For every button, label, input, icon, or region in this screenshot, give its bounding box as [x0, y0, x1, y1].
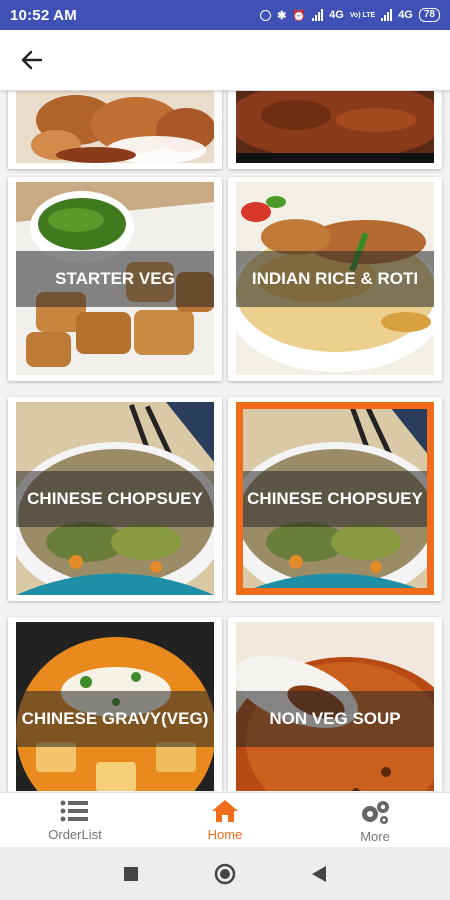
- category-tile[interactable]: STARTER VEG: [8, 177, 222, 381]
- category-tile[interactable]: [228, 91, 442, 169]
- alarm-icon: ⏰: [292, 9, 307, 22]
- gears-icon: [362, 801, 389, 824]
- network-type-2: 4G: [398, 9, 413, 21]
- home-system-button[interactable]: [213, 862, 237, 886]
- category-label: NON VEG SOUP: [236, 690, 434, 747]
- category-tile-selected[interactable]: CHINESE CHOPSUEY: [228, 397, 442, 601]
- nav-label: OrderList: [48, 827, 102, 842]
- category-label: CHINESE CHOPSUEY: [16, 470, 214, 527]
- triangle-back-icon: [312, 865, 326, 882]
- bottom-navigation: OrderList Home More: [0, 792, 450, 848]
- category-tile[interactable]: INDIAN RICE & ROTI: [228, 177, 442, 381]
- category-label: CHINESE GRAVY(VEG): [16, 690, 214, 747]
- category-image-soup: NON VEG SOUP: [236, 622, 434, 791]
- category-image-fried-chicken: [16, 91, 214, 163]
- home-icon: [212, 800, 238, 822]
- list-icon: [60, 800, 88, 822]
- nav-home[interactable]: Home: [150, 793, 300, 848]
- category-label: STARTER VEG: [16, 250, 214, 307]
- category-image-noodles-bowl: CHINESE CHOPSUEY: [236, 402, 434, 595]
- status-time: 10:52 AM: [10, 6, 77, 24]
- signal-icon: [312, 9, 324, 21]
- category-tile[interactable]: [8, 91, 222, 169]
- category-tile[interactable]: NON VEG SOUP: [228, 617, 442, 791]
- category-image-paneer-gravy: CHINESE GRAVY(VEG): [16, 622, 214, 791]
- volte-icon: Vo) LTE: [349, 11, 376, 19]
- status-icons: ✱ ⏰ 4G Vo) LTE 4G 78: [260, 8, 440, 22]
- battery-icon: 78: [418, 8, 440, 22]
- category-label: INDIAN RICE & ROTI: [236, 250, 434, 307]
- category-tile[interactable]: CHINESE CHOPSUEY: [8, 397, 222, 601]
- network-type-1: 4G: [329, 9, 344, 21]
- system-navigation: [0, 847, 450, 900]
- nav-label: Home: [207, 827, 243, 842]
- back-system-button[interactable]: [307, 862, 331, 886]
- back-button[interactable]: [16, 45, 48, 75]
- signal-icon: [381, 9, 393, 21]
- category-label: CHINESE CHOPSUEY: [243, 470, 427, 527]
- nav-more[interactable]: More: [300, 793, 450, 848]
- category-tile[interactable]: CHINESE GRAVY(VEG): [8, 617, 222, 791]
- bluetooth-icon: ✱: [277, 9, 287, 22]
- category-image-noodles-bowl: CHINESE CHOPSUEY: [16, 402, 214, 595]
- square-icon: [124, 866, 138, 881]
- nav-orderlist[interactable]: OrderList: [0, 793, 150, 848]
- status-bar: 10:52 AM ✱ ⏰ 4G Vo) LTE 4G 78: [0, 0, 450, 30]
- category-image-paneer-pakora: STARTER VEG: [16, 182, 214, 375]
- data-saver-icon: [260, 9, 272, 21]
- circle-icon: [214, 863, 236, 884]
- category-image-biryani: INDIAN RICE & ROTI: [236, 182, 434, 375]
- category-image-curry: [236, 91, 434, 163]
- arrow-left-icon: [21, 50, 43, 70]
- nav-label: More: [360, 829, 390, 844]
- recents-button[interactable]: [119, 862, 143, 886]
- category-grid[interactable]: STARTER VEG INDIAN RICE & ROTI CHINESE C…: [0, 91, 450, 791]
- app-bar: [0, 30, 450, 91]
